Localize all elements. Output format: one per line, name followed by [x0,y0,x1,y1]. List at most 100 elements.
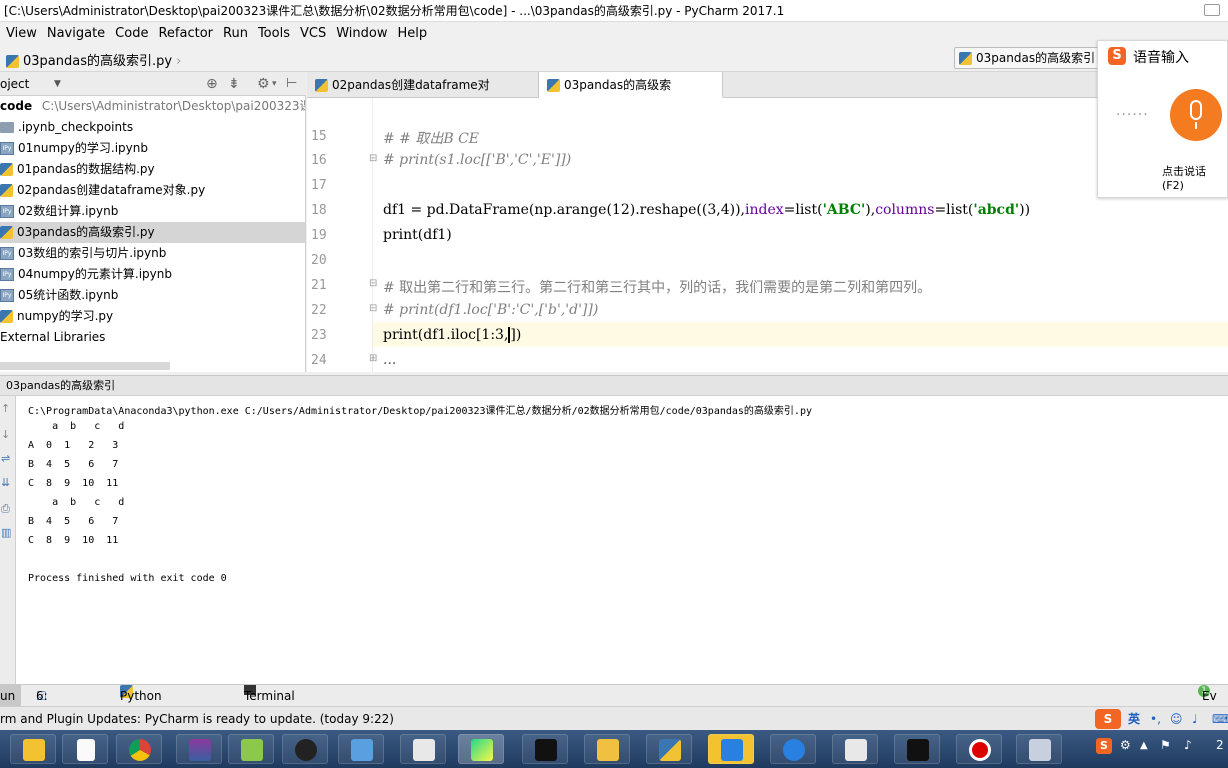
locate-icon[interactable]: ⊕ [206,72,218,96]
root-folder-path: C:\Users\Administrator\Desktop\pai200323… [41,99,306,113]
tree-root[interactable]: code C:\Users\Administrator\Desktop\pai2… [0,96,305,117]
taskbar-mysql-app[interactable] [522,734,568,764]
status-message[interactable]: rm and Plugin Updates: PyCharm is ready … [0,707,394,731]
punctuation-icon[interactable]: •, [1150,707,1161,731]
status-bar: rm and Plugin Updates: PyCharm is ready … [0,706,1228,730]
taskbar-notepadpp-app[interactable] [228,734,274,764]
taskbar-typora-app[interactable] [832,734,878,764]
taskbar-explorer-app[interactable] [10,734,56,764]
tree-item[interactable]: IPy 05统计函数.ipynb [0,285,305,306]
taskbar-pycharm-app[interactable] [458,734,504,764]
project-view-label[interactable]: oject [0,72,29,96]
project-tree: code C:\Users\Administrator\Desktop\pai2… [0,96,306,372]
voice-icon[interactable]: ♩ [1192,707,1198,731]
taskbar-recorder-app[interactable] [956,734,1002,764]
menu-run[interactable]: Run [217,23,252,45]
taskbar-remote-desktop-app[interactable] [338,734,384,764]
clear-all-icon[interactable]: ▥ [1,526,11,539]
code-editor[interactable]: 15 16 17 18 19 20 21 22 23 24 ⊟ ⊟ ⊟ ⊞ # … [307,98,1228,372]
console-output[interactable]: C:\ProgramData\Anaconda3\python.exe C:/U… [16,396,1228,684]
run-config-select[interactable]: 03pandas的高级索引 [954,47,1099,69]
scroll-to-end-icon[interactable]: ⇊ [1,476,10,489]
sogou-ime-icon[interactable]: S [1095,709,1121,729]
collapse-all-icon[interactable]: ⇟ [228,72,240,96]
tree-item-label: 04numpy的元素计算.ipynb [18,267,172,281]
tree-item[interactable]: IPy 04numpy的元素计算.ipynb [0,264,305,285]
dropdown-arrow-icon[interactable]: ▼ [54,72,61,96]
run-config-label: 03pandas的高级索引 [976,51,1096,65]
folder-icon [597,739,619,761]
taskbar-reader-app[interactable] [400,734,446,764]
hide-panel-icon[interactable]: ⊢ [286,72,297,96]
voice-input-popup: S 语音输入 ...... 点击说话(F2) [1097,40,1228,198]
taskbar-winrar-app[interactable] [176,734,222,764]
print-icon[interactable]: ⎙ [1,502,10,516]
fold-icon[interactable]: ⊟ [369,278,377,289]
taskbar-chrome-app[interactable] [116,734,162,764]
console-line: a b c d [28,497,125,508]
menu-help[interactable]: Help [391,23,431,45]
gear-icon[interactable]: ⚙ [257,72,270,96]
menu-tools[interactable]: Tools [252,23,294,45]
tab-03pandas[interactable]: 03pandas的高级索引.py× [539,72,723,118]
code-token: 'abcd' [973,202,1020,218]
code-line: # print(df1.loc['B':'C',['b','d']]) [383,302,599,318]
tree-item-external[interactable]: External Libraries [0,327,305,348]
code-token: df1 = pd.DataFrame(np.arange(12).reshape… [383,202,745,218]
gear-dropdown-icon[interactable]: ▾ [272,72,277,96]
voice-level-dots: ...... [1116,103,1149,119]
tray-action-center-icon[interactable]: ⚑ [1160,738,1171,752]
chrome-icon [129,739,151,761]
tray-sogou-icon[interactable]: S [1096,738,1112,754]
taskbar-folder-app[interactable] [584,734,630,764]
taskbar-feishu-app[interactable] [708,734,754,764]
tree-item[interactable]: IPy 01numpy的学习.ipynb [0,138,305,159]
taskbar-tool-app[interactable] [1016,734,1062,764]
taskbar-document-app[interactable] [62,734,108,764]
menu-refactor[interactable]: Refactor [152,23,217,45]
tree-item-selected[interactable]: 03pandas的高级索引.py [0,222,305,243]
horizontal-scrollbar[interactable] [0,362,170,370]
tray-expand-icon[interactable]: ▲ [1140,740,1148,751]
taskbar-phone-app[interactable] [770,734,816,764]
tray-clock[interactable]: 2 [1216,738,1224,752]
console-line: a b c d [28,421,125,432]
tree-item[interactable]: IPy 02数组计算.ipynb [0,201,305,222]
microphone-button[interactable] [1170,89,1222,141]
code-line: # 取出第二行和第三行。第二行和第三行其中，列的话，我们需要的是第二列和第四列。 [383,280,932,296]
monitor-icon [351,739,373,761]
tray-network-icon[interactable]: ⚙ [1120,738,1131,752]
folder-icon [0,122,14,133]
menu-view[interactable]: View [0,23,41,45]
scroll-up-icon[interactable]: ↑ [1,402,10,415]
tree-item[interactable]: numpy的学习.py [0,306,305,327]
taskbar-qq-app[interactable] [282,734,328,764]
tree-item[interactable]: 01pandas的数据结构.py [0,159,305,180]
window-control-icon[interactable] [1204,4,1220,16]
tab-02pandas[interactable]: 02pandas创建dataframe对象.py× [307,72,539,118]
fold-icon[interactable]: ⊟ [369,303,377,314]
tree-item[interactable]: IPy 03数组的索引与切片.ipynb [0,243,305,264]
expand-icon[interactable]: ⊞ [369,353,377,364]
console-line: C 8 9 10 11 [28,478,119,489]
external-libraries-label: External Libraries [0,330,106,344]
soft-wrap-icon[interactable]: ⇌ [1,452,10,465]
keyboard-icon[interactable]: ⌨ [1212,707,1228,731]
scroll-down-icon[interactable]: ↓ [1,428,10,441]
tab-run[interactable]: un [0,685,22,707]
event-log-label: Ev [1202,689,1217,703]
menu-navigate[interactable]: Navigate [41,23,109,45]
ime-mode-label[interactable]: 英 [1128,707,1140,731]
taskbar-python-app[interactable] [646,734,692,764]
taskbar-cmd-app[interactable] [894,734,940,764]
chevron-right-icon: › [176,54,182,69]
tree-item[interactable]: 02pandas创建dataframe对象.py [0,180,305,201]
tree-item[interactable]: .ipynb_checkpoints [0,117,305,138]
menu-window[interactable]: Window [330,23,391,45]
emoji-icon[interactable]: ☺ [1170,707,1183,731]
menu-vcs[interactable]: VCS [294,23,330,45]
fold-icon[interactable]: ⊟ [369,153,377,164]
breadcrumb[interactable]: 03pandas的高级索引.py › [6,50,181,69]
menu-code[interactable]: Code [109,23,152,45]
tray-volume-icon[interactable]: ♪ [1184,738,1192,752]
